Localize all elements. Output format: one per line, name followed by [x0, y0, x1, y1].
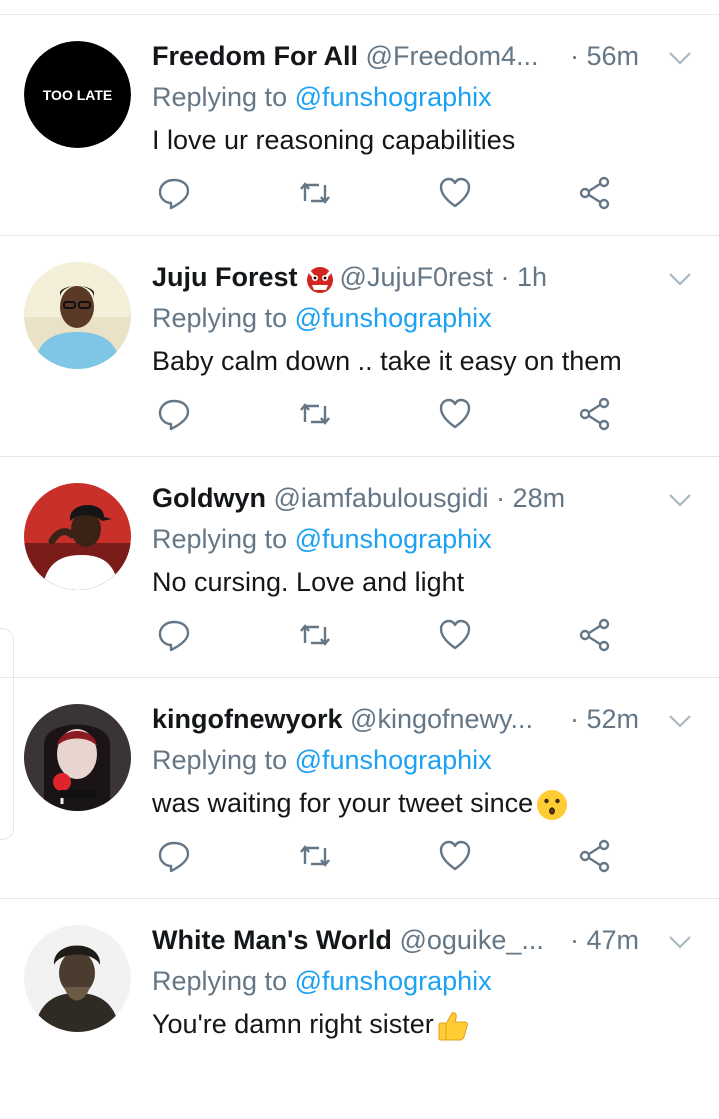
chevron-down-icon[interactable]: [667, 266, 693, 292]
avatar[interactable]: [24, 262, 131, 369]
like-icon[interactable]: [437, 617, 473, 653]
timestamp[interactable]: · 1h: [501, 262, 548, 292]
user-handle[interactable]: @oguike_...: [399, 925, 544, 955]
user-handle[interactable]: @Freedom4...: [366, 41, 539, 71]
replying-to-label: Replying to: [152, 524, 288, 554]
avatar[interactable]: [24, 925, 131, 1032]
timestamp[interactable]: · 56m: [570, 37, 639, 75]
tweet-item[interactable]: TOO LATE Freedom For All @Freedom4... · …: [0, 15, 719, 236]
tweet-text-line: You're damn right sister: [152, 1005, 470, 1043]
like-icon[interactable]: [437, 175, 473, 211]
avatar[interactable]: [24, 704, 131, 811]
mention-link[interactable]: @funshographix: [295, 966, 492, 996]
replying-to-label: Replying to: [152, 745, 288, 775]
mention-link[interactable]: @funshographix: [295, 82, 492, 112]
tweet-text-line: was waiting for your tweet since: [152, 784, 569, 822]
timestamp[interactable]: · 28m: [496, 483, 565, 513]
replying-to-label: Replying to: [152, 303, 288, 333]
like-icon[interactable]: [437, 396, 473, 432]
tweet-actions: [152, 175, 622, 215]
retweet-icon[interactable]: [297, 838, 333, 874]
mention-link[interactable]: @funshographix: [295, 303, 492, 333]
share-icon[interactable]: [577, 838, 613, 874]
ogre-emoji: [306, 266, 333, 293]
reply-icon[interactable]: [156, 617, 192, 653]
tweet-header: Goldwyn @iamfabulousgidi · 28m: [152, 479, 719, 517]
tweet-text: Baby calm down .. take it easy on them: [152, 346, 622, 376]
avatar[interactable]: TOO LATE: [24, 41, 131, 148]
avatar-logo-text: TOO LATE: [43, 87, 112, 103]
tweet-item[interactable]: Goldwyn @iamfabulousgidi · 28m Replying …: [0, 457, 719, 678]
retweet-icon[interactable]: [297, 617, 333, 653]
thumbs-up-emoji: [438, 1012, 468, 1041]
tweet-text: You're damn right sister: [152, 1009, 434, 1039]
kissing-face-emoji: [537, 789, 568, 820]
replying-to: Replying to @funshographix: [152, 741, 492, 779]
user-handle[interactable]: @kingofnewy...: [350, 704, 533, 734]
replies-feed: TOO LATE Freedom For All @Freedom4... · …: [0, 15, 719, 1119]
display-name[interactable]: Goldwyn: [152, 483, 266, 513]
timestamp[interactable]: · 47m: [570, 921, 639, 959]
display-name[interactable]: White Man's World: [152, 925, 392, 955]
reply-icon[interactable]: [156, 838, 192, 874]
display-name[interactable]: kingofnewyork: [152, 704, 343, 734]
chevron-down-icon[interactable]: [667, 929, 693, 955]
chevron-down-icon[interactable]: [667, 45, 693, 71]
tweet-item[interactable]: White Man's World @oguike_... · 47m Repl…: [0, 899, 719, 1119]
share-icon[interactable]: [577, 396, 613, 432]
user-handle[interactable]: @iamfabulousgidi: [274, 483, 489, 513]
timestamp[interactable]: · 52m: [570, 700, 639, 738]
mention-link[interactable]: @funshographix: [295, 745, 492, 775]
chevron-down-icon[interactable]: [667, 708, 693, 734]
replying-to: Replying to @funshographix: [152, 962, 492, 1000]
tweet-actions: [152, 396, 622, 436]
chevron-down-icon[interactable]: [667, 487, 693, 513]
share-icon[interactable]: [577, 617, 613, 653]
user-handle[interactable]: @JujuF0rest: [340, 262, 493, 292]
reply-icon[interactable]: [156, 175, 192, 211]
tweet-actions: [152, 617, 622, 657]
tweet-header: Juju Forest @JujuF0rest · 1h: [152, 258, 719, 296]
retweet-icon[interactable]: [297, 175, 333, 211]
replying-to: Replying to @funshographix: [152, 78, 492, 116]
like-icon[interactable]: [437, 838, 473, 874]
avatar[interactable]: [24, 483, 131, 590]
tweet-text: I love ur reasoning capabilities: [152, 125, 516, 155]
replying-to-label: Replying to: [152, 966, 288, 996]
display-name[interactable]: Freedom For All: [152, 41, 358, 71]
tweet-item[interactable]: kingofnewyork @kingofnewy... · 52m Reply…: [0, 678, 719, 899]
share-icon[interactable]: [577, 175, 613, 211]
replying-to: Replying to @funshographix: [152, 299, 492, 337]
replying-to-label: Replying to: [152, 82, 288, 112]
tweet-text: No cursing. Love and light: [152, 567, 465, 597]
tweet-item[interactable]: Juju Forest @JujuF0rest · 1h Replying to …: [0, 236, 719, 457]
reply-icon[interactable]: [156, 396, 192, 432]
display-name[interactable]: Juju Forest: [152, 262, 298, 292]
mention-link[interactable]: @funshographix: [295, 524, 492, 554]
retweet-icon[interactable]: [297, 396, 333, 432]
tweet-text: was waiting for your tweet since: [152, 788, 534, 818]
replying-to: Replying to @funshographix: [152, 520, 492, 558]
tweet-actions: [152, 838, 622, 878]
